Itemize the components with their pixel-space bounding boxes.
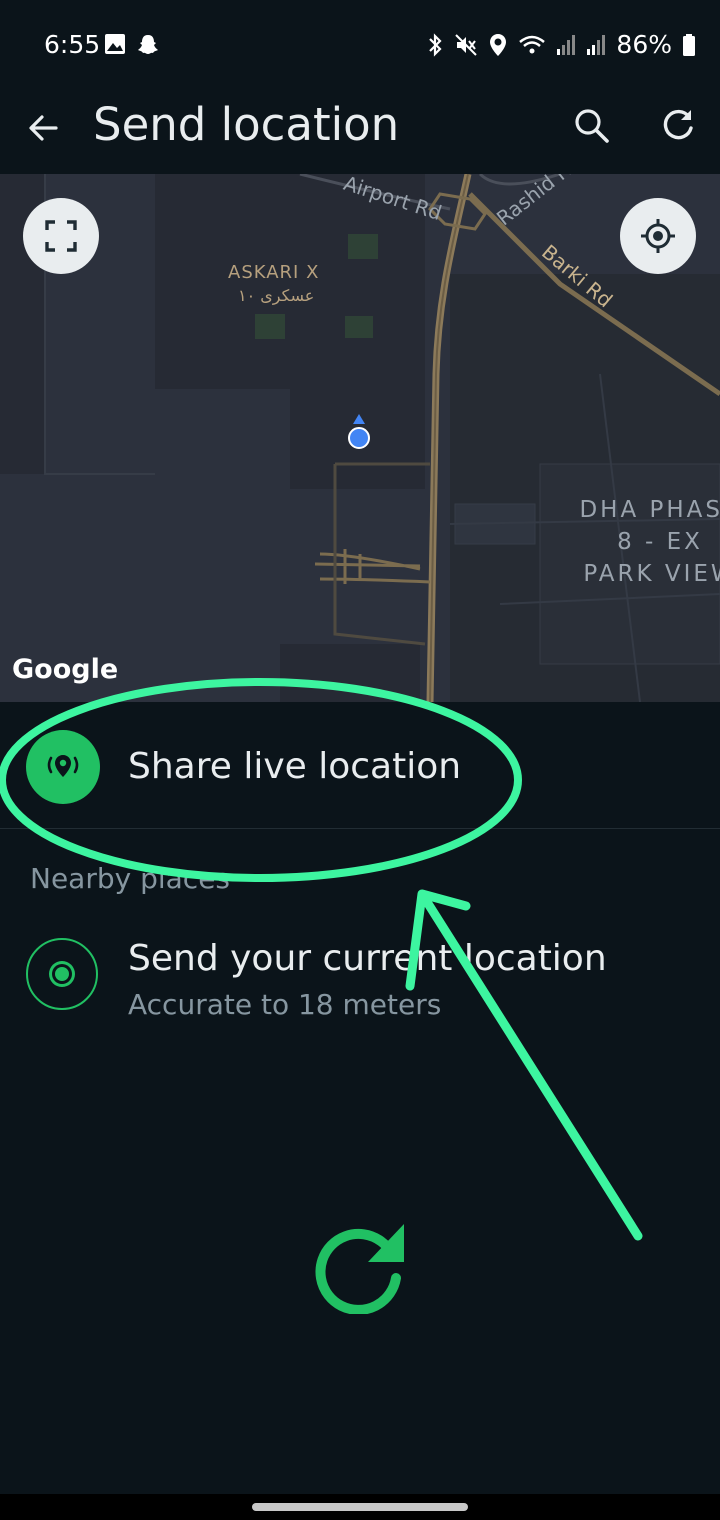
current-location-icon: [49, 961, 75, 987]
heading-indicator: [353, 414, 365, 424]
gallery-icon: [105, 34, 125, 54]
refresh-icon[interactable]: [656, 104, 700, 148]
signal-icon: [557, 34, 576, 55]
home-gesture-handle[interactable]: [252, 1503, 468, 1511]
user-location-dot: [348, 427, 370, 449]
location-icon: [490, 33, 507, 56]
page-title: Send location: [93, 98, 400, 151]
map-label-dha-line1: DHA PHASE: [579, 497, 720, 523]
send-current-location-title: Send your current location: [128, 938, 607, 979]
my-location-button[interactable]: [620, 198, 696, 274]
app-bar: Send location: [0, 90, 720, 174]
signal-icon: [587, 34, 606, 55]
live-location-icon: [47, 755, 79, 777]
location-accuracy-text: Accurate to 18 meters: [128, 988, 442, 1021]
status-bar: 6:55 86%: [0, 0, 720, 90]
battery-icon: [683, 33, 695, 56]
back-arrow-icon[interactable]: [22, 106, 66, 150]
map-label-askari: ASKARI X: [228, 262, 320, 283]
map-label-dha-line3: PARK VIEW: [583, 561, 720, 587]
send-current-location-row[interactable]: Send your current location Accurate to 1…: [0, 930, 720, 1030]
status-time: 6:55: [44, 30, 101, 59]
search-icon[interactable]: [570, 104, 614, 148]
share-live-location-label: Share live location: [128, 746, 462, 787]
current-location-icon-badge: [26, 938, 98, 1010]
system-nav-bar: [0, 1494, 720, 1520]
map-view[interactable]: ASKARI X عسکری ۱۰ Airport Rd Rashid R Ba…: [0, 174, 720, 702]
live-location-icon-badge: [26, 730, 100, 804]
snapchat-icon: [138, 35, 158, 54]
wifi-icon: [519, 35, 546, 53]
my-location-icon: [641, 219, 675, 253]
reload-nearby-icon[interactable]: [312, 1218, 408, 1314]
nearby-places-heading: Nearby places: [30, 862, 231, 895]
battery-percent: 86%: [616, 30, 672, 59]
google-attribution: Google: [12, 654, 119, 685]
map-label-askari-ar: عسکری ۱۰: [238, 286, 315, 305]
map-label-dha: DHA PHASE 8 - EX PARK VIEW: [565, 494, 720, 590]
fullscreen-button[interactable]: [23, 198, 99, 274]
mute-icon: [455, 33, 478, 56]
expand-icon: [45, 220, 77, 252]
bluetooth-icon: [429, 32, 442, 57]
share-live-location-row[interactable]: Share live location: [0, 702, 720, 829]
map-label-dha-line2: 8 - EX: [617, 529, 703, 555]
